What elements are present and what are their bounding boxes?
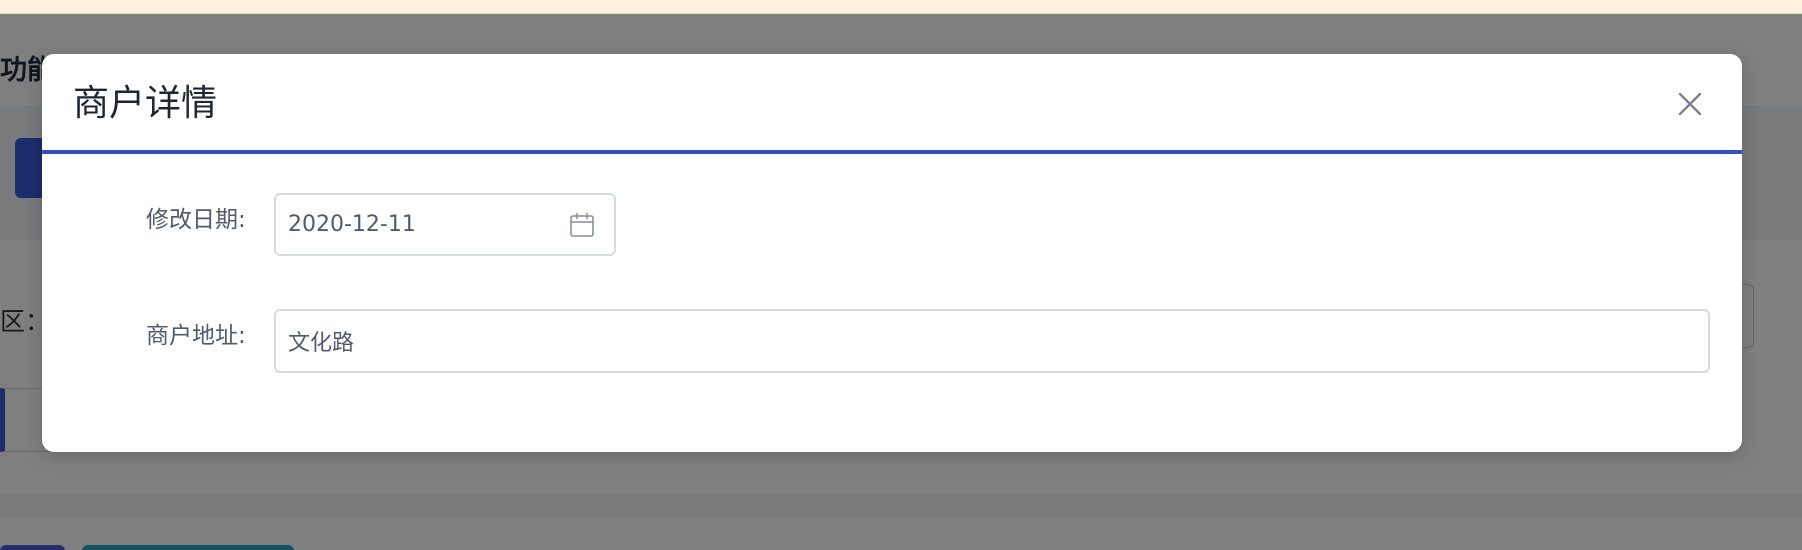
merchant-address-label: 商户地址: <box>146 323 246 349</box>
dialog-title: 商户详情 <box>73 83 218 124</box>
dialog-header: 商户详情 <box>42 54 1742 154</box>
close-button[interactable] <box>1670 84 1710 124</box>
close-icon <box>1678 92 1702 116</box>
modify-date-label: 修改日期: <box>146 207 246 233</box>
merchant-address-value: 文化路 <box>288 331 355 356</box>
modify-date-value: 2020-12-11 <box>288 212 416 237</box>
merchant-detail-dialog: 商户详情 修改日期: 2020-12-11 商户地址: 文化路 <box>42 54 1742 452</box>
merchant-address-input[interactable]: 文化路 <box>274 309 1710 373</box>
top-warning-strip <box>0 0 1802 14</box>
modify-date-picker[interactable]: 2020-12-11 <box>274 193 616 256</box>
calendar-icon <box>570 212 594 237</box>
